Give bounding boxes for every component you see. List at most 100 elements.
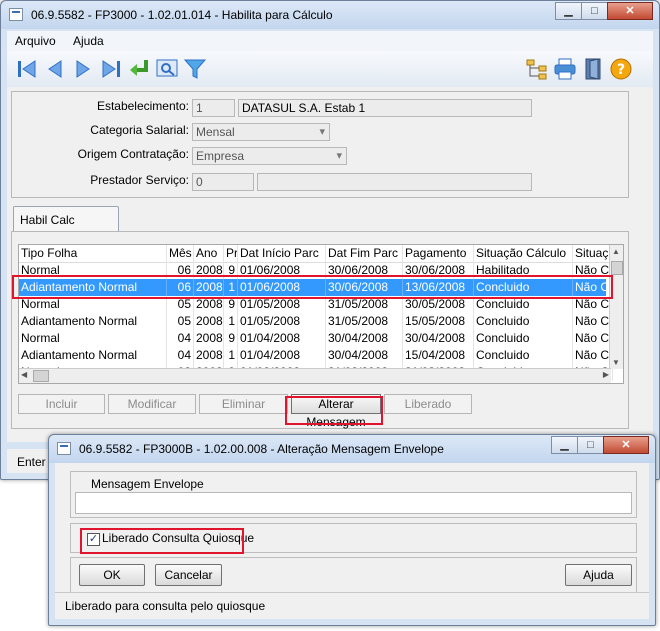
table-row[interactable]: Adiantamento Normal 05 2008 1 01/05/2008 31/0…: [19, 313, 613, 330]
modificar-button[interactable]: Modificar: [108, 394, 196, 414]
estabelecimento-code-field[interactable]: 1: [192, 99, 235, 117]
dialog-title: 06.9.5582 - FP3000B - 1.02.00.008 - Alte…: [79, 442, 444, 456]
table-cell: Concluido: [474, 296, 573, 313]
ok-button[interactable]: OK: [79, 564, 145, 586]
mensagem-envelope-input[interactable]: [75, 492, 632, 514]
search-icon[interactable]: [155, 57, 179, 81]
mensagem-envelope-group: Mensagem Envelope: [70, 471, 637, 518]
liberado-button[interactable]: Liberado: [384, 394, 472, 414]
dialog-body: Mensagem Envelope ✓ Liberado Consulta Qu…: [55, 463, 649, 619]
column-header[interactable]: Ano: [194, 245, 224, 262]
help-button[interactable]: Ajuda: [565, 564, 632, 586]
tree-icon[interactable]: [525, 57, 549, 81]
table-cell: Não C: [573, 347, 613, 364]
table-cell: Adiantamento Normal: [19, 347, 167, 364]
main-window-title: 06.9.5582 - FP3000 - 1.02.01.014 - Habil…: [31, 8, 333, 22]
table-cell: 01/04/2008: [238, 347, 326, 364]
table-cell: Concluido: [474, 347, 573, 364]
table-cell: Concluido: [474, 330, 573, 347]
table-cell: 1: [224, 313, 238, 330]
dialog-window: 06.9.5582 - FP3000B - 1.02.00.008 - Alte…: [48, 434, 656, 626]
column-header[interactable]: Situação Cálculo: [474, 245, 573, 262]
table-row[interactable]: Adiantamento Normal 04 2008 1 01/04/2008 30/0…: [19, 347, 613, 364]
table-cell: Não C: [573, 296, 613, 313]
table-row[interactable]: Normal 05 2008 9 01/05/2008 31/05/2008 30/05/2…: [19, 296, 613, 313]
last-record-icon[interactable]: [99, 57, 123, 81]
table-cell: 2008: [196, 279, 224, 296]
maximize-button[interactable]: □: [581, 2, 608, 20]
origem-select[interactable]: Empresa: [192, 147, 347, 165]
incluir-button[interactable]: Incluir: [18, 394, 105, 414]
table-cell: 2008: [196, 330, 224, 347]
main-titlebar[interactable]: 06.9.5582 - FP3000 - 1.02.01.014 - Habil…: [1, 1, 659, 29]
origem-label: Origem Contratação:: [77, 147, 189, 161]
table-cell: Não C: [573, 262, 613, 279]
eliminar-button[interactable]: Eliminar: [199, 394, 288, 414]
column-header[interactable]: Dat Fim Parc: [326, 245, 403, 262]
column-header[interactable]: Tipo Folha: [19, 245, 167, 262]
table-row[interactable]: Adiantamento Normal 06 2008 1 01/06/2008 30/0…: [19, 279, 613, 296]
table-cell: Concluido: [474, 279, 573, 296]
liberado-checkbox[interactable]: ✓: [87, 533, 100, 546]
close-button[interactable]: ✕: [607, 2, 653, 20]
table-cell: 01/04/2008: [238, 330, 326, 347]
dialog-close-button[interactable]: ✕: [603, 436, 649, 454]
prestador-code-field[interactable]: 0: [192, 173, 254, 191]
menu-ajuda[interactable]: Ajuda: [73, 34, 104, 48]
cancel-button[interactable]: Cancelar: [155, 564, 222, 586]
table-row[interactable]: Normal 04 2008 9 01/04/2008 30/04/2008 30/04/2…: [19, 330, 613, 347]
table-cell: Não C: [573, 279, 613, 296]
column-header[interactable]: Pr: [224, 245, 238, 262]
table-cell: 31/05/2008: [326, 313, 403, 330]
estabelecimento-name-field: DATASUL S.A. Estab 1: [238, 99, 532, 117]
column-header[interactable]: Situaç: [573, 245, 613, 262]
column-header[interactable]: Pagamento: [403, 245, 474, 262]
minimize-button[interactable]: ▁: [555, 2, 582, 20]
liberado-checkbox-label: Liberado Consulta Quiosque: [102, 531, 255, 545]
table-cell: 01/06/2008: [238, 262, 326, 279]
header-fields: Estabelecimento: 1 DATASUL S.A. Estab 1 …: [11, 91, 629, 198]
dialog-status-bar: Liberado para consulta pelo quiosque: [55, 592, 649, 619]
table-cell: Adiantamento Normal: [19, 313, 167, 330]
menu-bar: Arquivo Ajuda: [7, 31, 653, 51]
first-record-icon[interactable]: [15, 57, 39, 81]
main-panel: Estabelecimento: 1 DATASUL S.A. Estab 1 …: [7, 87, 653, 442]
help-icon[interactable]: ?: [609, 57, 633, 81]
categoria-label: Categoria Salarial:: [90, 123, 189, 137]
menu-arquivo[interactable]: Arquivo: [15, 34, 56, 48]
dialog-maximize-button[interactable]: □: [577, 436, 604, 454]
alterar-mensagem-button[interactable]: Alterar Mensagem: [291, 394, 381, 429]
exit-icon[interactable]: [581, 57, 605, 81]
table-cell: Não C: [573, 313, 613, 330]
table-cell: Adiantamento Normal: [19, 279, 167, 296]
results-grid: Tipo Folha Mês Ano Pr Dat Início Parc Dat Fim…: [18, 244, 624, 384]
table-row[interactable]: Normal 06 2008 9 01/06/2008 30/06/2008 30/06/2…: [19, 262, 613, 279]
filter-icon[interactable]: [183, 57, 207, 81]
toolbar: ?: [7, 51, 653, 88]
main-window: 06.9.5582 - FP3000 - 1.02.01.014 - Habil…: [0, 0, 660, 480]
next-record-icon[interactable]: [71, 57, 95, 81]
dialog-minimize-button[interactable]: ▁: [551, 436, 578, 454]
table-cell: 13/06/2008: [403, 279, 474, 296]
table-cell: 15/04/2008: [403, 347, 474, 364]
vertical-scrollbar[interactable]: ▲ ▼: [609, 245, 623, 369]
table-cell: 2008: [196, 313, 224, 330]
table-cell: Habilitado: [474, 262, 573, 279]
column-header[interactable]: Mês: [167, 245, 194, 262]
prestador-name-field: [257, 173, 532, 191]
print-icon[interactable]: [553, 57, 577, 81]
table-cell: 9: [224, 262, 238, 279]
column-header[interactable]: Dat Início Parc: [238, 245, 326, 262]
prev-record-icon[interactable]: [43, 57, 67, 81]
categoria-select[interactable]: Mensal: [192, 123, 330, 141]
table-cell: Concluido: [474, 313, 573, 330]
dialog-titlebar[interactable]: 06.9.5582 - FP3000B - 1.02.00.008 - Alte…: [49, 435, 655, 463]
svg-text:?: ?: [617, 62, 625, 78]
tab-habil-calc[interactable]: Habil Calc: [13, 206, 119, 232]
dialog-button-group: OK Cancelar Ajuda: [70, 557, 637, 593]
checkbox-group: ✓ Liberado Consulta Quiosque: [70, 523, 637, 553]
goto-icon[interactable]: [127, 57, 151, 81]
horizontal-scrollbar[interactable]: ◀ ▶: [19, 368, 611, 383]
table-cell: 04: [167, 330, 194, 347]
table-cell: 30/05/2008: [403, 296, 474, 313]
